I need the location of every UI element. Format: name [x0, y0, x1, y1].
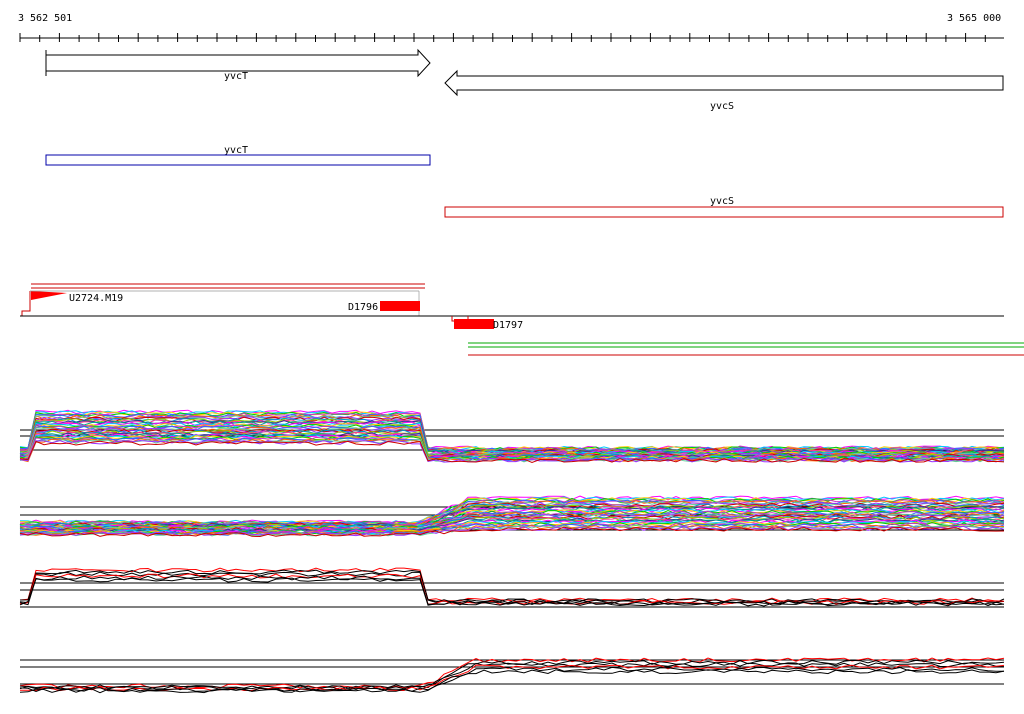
genome-browser-view: yvcT yvcS yvcT yvcS U2724.M19 D1796 D179… [19, 33, 1024, 694]
annotation-track: yvcT yvcS [45, 145, 1004, 218]
feature-label-d1796: D1796 [348, 302, 378, 313]
feature-label-d1797: D1797 [493, 320, 523, 331]
coordinate-ruler [19, 33, 1004, 42]
transcript-marker[interactable] [31, 291, 67, 300]
transcript-label: U2724.M19 [69, 293, 123, 304]
gene-arrow-yvcs[interactable] [444, 69, 1004, 97]
annotation-label-yvcs: yvcS [710, 196, 734, 207]
gene-track: yvcT yvcS [45, 48, 1004, 112]
feature-block-d1797[interactable] [454, 319, 494, 329]
annotation-label-yvct: yvcT [224, 145, 248, 156]
expression-profile-line [19, 569, 1005, 604]
gene-label-yvcs: yvcS [710, 101, 734, 112]
annotation-box-yvcs[interactable] [444, 206, 1004, 218]
gene-label-yvct: yvcT [224, 71, 248, 82]
expression-profiles [19, 409, 1005, 694]
feature-track: U2724.M19 D1796 D1797 [20, 283, 1024, 356]
feature-block-d1796[interactable] [380, 301, 420, 311]
annotation-box-yvct[interactable] [45, 154, 431, 166]
